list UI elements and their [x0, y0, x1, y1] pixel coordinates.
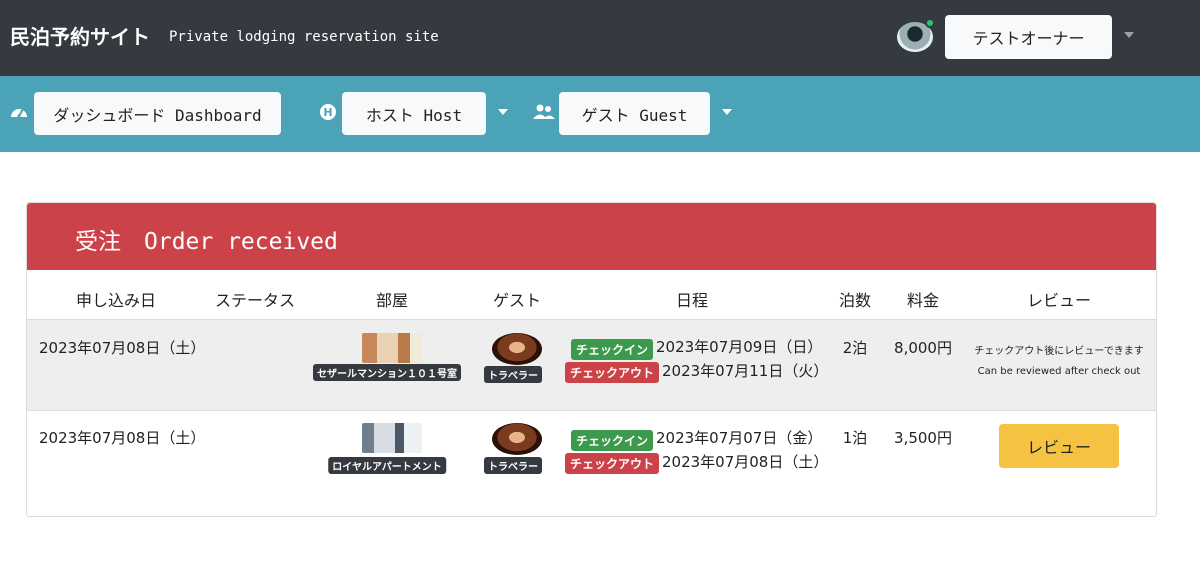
column-header-applied: 申し込み日 [75, 291, 157, 310]
checkin-badge: チェックイン [571, 430, 654, 451]
checkout-badge: チェックアウト [565, 453, 660, 474]
orders-card: 受注 Order received 申し込み日 ステータス 部屋 ゲスト 日程 … [26, 202, 1157, 517]
guest-name[interactable]: トラベラー [484, 366, 542, 383]
room-thumbnail[interactable] [362, 333, 422, 363]
table-row: 2023年07月08日（土） ロイヤルアパートメント トラベラー チェックイン … [27, 410, 1156, 515]
applied-date: 2023年07月08日（土） [39, 429, 206, 447]
checkin-badge: チェックイン [571, 339, 654, 360]
checkin-date: 2023年07月07日（金） [656, 429, 823, 447]
review-note-en: Can be reviewed after check out [977, 366, 1141, 377]
guest-nav-button[interactable]: ゲスト Guest [559, 92, 710, 135]
review-button[interactable]: レビュー [999, 424, 1119, 468]
user-avatar[interactable] [897, 18, 935, 52]
checkout-date: 2023年07月11日（火） [662, 362, 829, 380]
column-header-schedule: 日程 [675, 291, 709, 310]
user-menu-button[interactable]: テストオーナー [945, 15, 1112, 59]
checkout-date: 2023年07月08日（土） [662, 453, 829, 471]
site-brand[interactable]: 民泊予約サイト [10, 21, 150, 50]
column-header-review: レビュー [1026, 291, 1092, 310]
dashboard-nav-button[interactable]: ダッシュボード Dashboard [34, 92, 281, 135]
checkin-date: 2023年07月09日（日） [656, 338, 823, 356]
online-status-dot [925, 18, 935, 28]
review-note: チェックアウト後にレビューできます [974, 346, 1144, 357]
column-header-price: 料金 [906, 291, 940, 310]
nights: 1泊 [842, 429, 868, 447]
site-tagline: Private lodging reservation site [169, 29, 439, 45]
chevron-down-icon[interactable] [722, 109, 732, 115]
guest-name[interactable]: トラベラー [484, 457, 542, 474]
column-header-status: ステータス [214, 291, 296, 310]
room-thumbnail[interactable] [362, 423, 422, 453]
speedometer-icon [9, 103, 29, 125]
column-header-nights: 泊数 [838, 291, 872, 310]
room-name[interactable]: ロイヤルアパートメント [328, 457, 446, 474]
price: 3,500円 [894, 429, 952, 447]
table-row: 2023年07月08日（土） セザールマンション１０１号室 トラベラー チェック… [27, 319, 1156, 410]
column-header-room: 部屋 [375, 291, 409, 310]
host-nav-button[interactable]: ホスト Host [342, 92, 486, 135]
card-title: 受注 Order received [75, 229, 338, 255]
guest-avatar[interactable] [492, 333, 542, 365]
guest-avatar[interactable] [492, 423, 542, 455]
svg-text:H: H [323, 106, 332, 119]
price: 8,000円 [894, 339, 952, 357]
hotel-h-icon: H [320, 104, 336, 124]
applied-date: 2023年07月08日（土） [39, 339, 206, 357]
chevron-down-icon[interactable] [1124, 32, 1134, 38]
nights: 2泊 [842, 339, 868, 357]
card-header: 受注 Order received [27, 203, 1156, 270]
chevron-down-icon[interactable] [498, 109, 508, 115]
users-icon [533, 104, 555, 124]
column-header-guest: ゲスト [492, 291, 542, 310]
top-bar: 民泊予約サイト Private lodging reservation site… [0, 0, 1200, 76]
main-nav: ダッシュボード Dashboard H ホスト Host ゲスト Guest [0, 76, 1200, 152]
room-name[interactable]: セザールマンション１０１号室 [313, 364, 461, 381]
checkout-badge: チェックアウト [565, 362, 660, 383]
